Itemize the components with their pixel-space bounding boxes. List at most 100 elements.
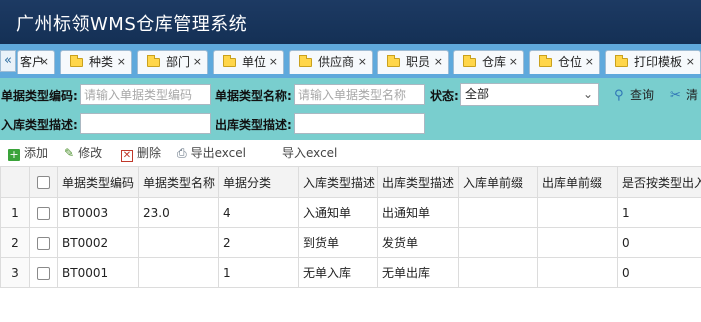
table-cell (458, 197, 538, 228)
close-icon[interactable]: × (358, 51, 367, 73)
table-cell: 0 (617, 257, 701, 288)
table-cell: 无单入库 (298, 257, 378, 288)
table-cell: 0 (617, 227, 701, 258)
app-title: 广州标领WMS仓库管理系统 (16, 14, 248, 35)
tab-label: 种类 (89, 55, 114, 69)
folder-icon (387, 55, 400, 67)
table-row[interactable]: 1 BT0003 23.0 4 入通知单 出通知单 1 (0, 197, 701, 228)
table-cell (138, 257, 219, 288)
table-cell (458, 227, 538, 258)
export-button-label: 导出excel (190, 146, 246, 160)
tab-label: 仓位 (558, 55, 583, 69)
close-icon[interactable]: × (434, 51, 443, 73)
table-row[interactable]: 3 BT0001 1 无单入库 无单出库 0 (0, 257, 701, 288)
chevron-down-icon: ⌄ (582, 87, 593, 101)
table-cell: BT0001 (57, 257, 139, 288)
column-header[interactable]: 出库类型描述 (377, 166, 459, 198)
out-desc-input[interactable] (294, 113, 425, 134)
table-cell: 2 (218, 227, 299, 258)
tab-location[interactable]: 仓位 × (529, 50, 600, 74)
row-number: 3 (0, 257, 30, 288)
printer-icon: ⎙ (177, 146, 187, 160)
tab-department[interactable]: 部门 × (137, 50, 208, 74)
folder-icon (615, 55, 628, 67)
query-button[interactable]: ⚲ 查询 (614, 86, 654, 103)
out-desc-label: 出库类型描述: (215, 118, 292, 132)
column-header[interactable]: 单据类型名称 (138, 166, 219, 198)
select-all-checkbox[interactable] (37, 176, 50, 189)
edit-button-label: 修改 (78, 146, 103, 160)
tab-scroll-left-button[interactable]: « (0, 50, 16, 72)
pencil-icon: ✎ (64, 146, 75, 160)
clear-button-label: 清 (686, 88, 699, 102)
column-header[interactable]: 单据类型编码 (57, 166, 139, 198)
row-checkbox[interactable] (37, 206, 50, 220)
search-panel: 单据类型编码: 单据类型名称: 状态: 全部 ⌄ ⚲查询 ✂清 入库类型描述: … (0, 78, 701, 140)
table-cell: 1 (218, 257, 299, 288)
tab-label: 供应商 (318, 55, 355, 69)
tab-label: 部门 (166, 55, 191, 69)
table-cell: 入通知单 (298, 197, 378, 228)
tab-supplier[interactable]: 供应商 × (289, 50, 373, 74)
export-excel-button[interactable]: ⎙ 导出excel (177, 144, 246, 161)
tab-label: 打印模板 (634, 55, 683, 69)
table-cell: 出通知单 (377, 197, 459, 228)
row-checkbox[interactable] (37, 266, 50, 280)
close-icon[interactable]: × (40, 51, 49, 73)
column-header[interactable]: 入库类型描述 (298, 166, 378, 198)
tab-warehouse[interactable]: 仓库 × (453, 50, 524, 74)
import-button-label: 导入excel (282, 146, 338, 160)
tab-bar: « 客户 × 种类 × 部门 × 单位 × 供应商 × 职员 × 仓库 × 仓位… (0, 44, 701, 78)
table-cell (537, 197, 618, 228)
tab-label: 仓库 (482, 55, 507, 69)
table-cell: 无单出库 (377, 257, 459, 288)
folder-icon (147, 55, 160, 67)
select-all-checkbox-cell (29, 166, 58, 198)
close-icon[interactable]: × (193, 51, 202, 73)
edit-button[interactable]: ✎ 修改 (64, 144, 102, 161)
status-select[interactable]: 全部 ⌄ (460, 83, 599, 106)
import-excel-button[interactable]: 导入excel (282, 144, 337, 161)
close-icon[interactable]: × (585, 51, 594, 73)
row-checkbox[interactable] (37, 236, 50, 250)
in-desc-input[interactable] (80, 113, 211, 134)
code-search-input[interactable] (80, 84, 211, 105)
table-cell: 1 (617, 197, 701, 228)
query-button-label: 查询 (630, 88, 655, 102)
in-desc-label: 入库类型描述: (1, 118, 78, 132)
name-search-input[interactable] (294, 84, 425, 105)
table-row[interactable]: 2 BT0002 2 到货单 发货单 0 (0, 227, 701, 258)
tab-unit[interactable]: 单位 × (213, 50, 284, 74)
table-cell: 4 (218, 197, 299, 228)
folder-icon (223, 55, 236, 67)
tab-category[interactable]: 种类 × (60, 50, 132, 74)
tab-customer[interactable]: 客户 × (17, 50, 55, 74)
column-header[interactable]: 出库单前缀 (537, 166, 618, 198)
close-icon[interactable]: × (269, 51, 278, 73)
tab-staff[interactable]: 职员 × (377, 50, 449, 74)
table-cell (458, 257, 538, 288)
delete-button[interactable]: ✕ 删除 (121, 144, 161, 162)
folder-icon (299, 55, 312, 67)
row-number: 2 (0, 227, 30, 258)
tab-print-template[interactable]: 打印模板 × (605, 50, 701, 74)
table-cell (537, 257, 618, 288)
folder-icon (70, 55, 83, 67)
tab-label: 单位 (242, 55, 267, 69)
folder-icon (539, 55, 552, 67)
action-toolbar: + 添加 ✎ 修改 ✕ 删除 ⎙ 导出excel 导入excel (0, 140, 701, 166)
close-icon[interactable]: × (686, 51, 695, 73)
column-header[interactable]: 是否按类型出入 (617, 166, 701, 198)
tab-label: 职员 (406, 55, 431, 69)
column-header[interactable]: 入库单前缀 (458, 166, 538, 198)
clear-button[interactable]: ✂ 清 (670, 86, 698, 103)
close-icon[interactable]: × (117, 51, 126, 73)
column-header[interactable]: 单据分类 (218, 166, 299, 198)
table-cell (537, 227, 618, 258)
close-icon[interactable]: × (509, 51, 518, 73)
delete-button-label: 删除 (137, 146, 162, 160)
table-cell: 23.0 (138, 197, 219, 228)
row-checkbox-cell (29, 227, 58, 258)
add-button[interactable]: + 添加 (8, 144, 48, 161)
search-icon: ⚲ (614, 88, 624, 103)
